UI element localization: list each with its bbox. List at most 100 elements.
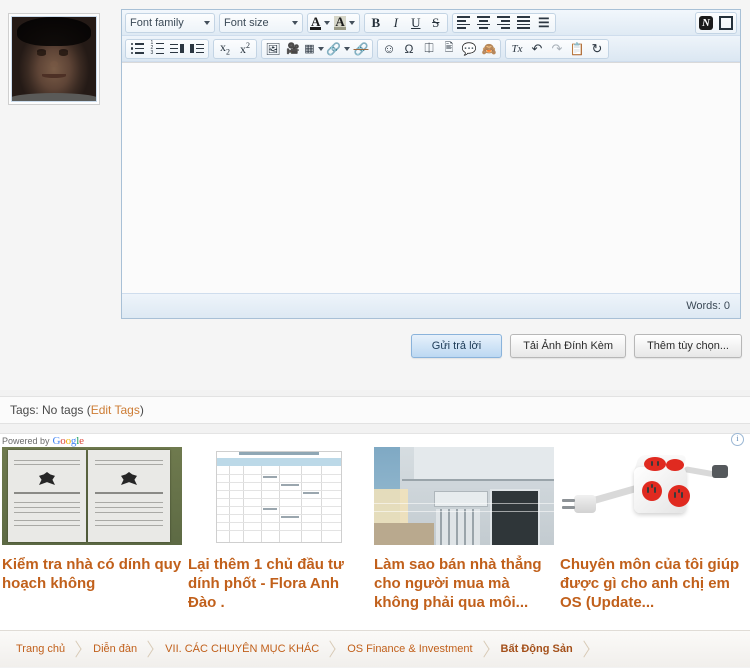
align-justify-button[interactable] bbox=[514, 14, 534, 32]
horizontal-rule-button[interactable]: ☰ bbox=[534, 14, 554, 32]
insert-link-button[interactable]: 🔗 bbox=[326, 40, 351, 58]
avatar-mouth bbox=[42, 74, 66, 79]
insert-image-button[interactable]: 🖼 bbox=[263, 40, 283, 58]
background-color-button[interactable]: A bbox=[333, 14, 357, 32]
strikethrough-button[interactable]: S bbox=[426, 14, 446, 32]
editor-status-bar: Words: 0 bbox=[122, 293, 740, 318]
power-cord bbox=[590, 484, 640, 505]
socket bbox=[668, 485, 690, 507]
upload-attachment-button[interactable]: Tải Ảnh Đính Kèm bbox=[510, 334, 627, 358]
omega-icon: Ω bbox=[404, 41, 414, 56]
chevron-right-icon bbox=[477, 640, 490, 658]
tags-bar: Tags: No tags (Edit Tags) bbox=[0, 396, 750, 424]
avatar-image bbox=[11, 16, 97, 102]
align-left-icon bbox=[457, 16, 471, 29]
insert-group: 🖼 🎥 ▦ 🔗 🔗 bbox=[261, 38, 373, 59]
remove-formatting-button[interactable]: Tx bbox=[507, 40, 527, 58]
avatar bbox=[8, 13, 100, 105]
align-right-button[interactable] bbox=[494, 14, 514, 32]
bullet-list-button[interactable] bbox=[127, 40, 147, 58]
alignment-group: ☰ bbox=[451, 12, 556, 33]
font-size-select[interactable]: Font size bbox=[219, 12, 303, 33]
insert-code-button[interactable]: 🖹 bbox=[439, 40, 459, 58]
restore-clock-icon: ↻ bbox=[591, 40, 603, 56]
ad-item[interactable]: Kiểm tra nhà có dính quy hoạch không bbox=[2, 447, 182, 612]
socket bbox=[666, 459, 684, 471]
superscript-button[interactable]: x2 bbox=[235, 40, 255, 58]
paste-button[interactable]: 📋 bbox=[567, 40, 587, 58]
tinymce-logo-button[interactable]: N bbox=[696, 14, 716, 32]
insert-video-button[interactable]: 🎥 bbox=[283, 40, 303, 58]
font-size-label: Font size bbox=[224, 16, 269, 29]
ads-header: Powered by Google i bbox=[0, 433, 750, 447]
underline-button[interactable]: U bbox=[406, 14, 426, 32]
table-icon: ▦ bbox=[304, 43, 315, 55]
house-facade-photo[interactable] bbox=[374, 447, 554, 545]
attach-button[interactable]: ⎅ bbox=[419, 40, 439, 58]
indent-icon bbox=[190, 43, 204, 55]
upper-floor bbox=[414, 447, 554, 482]
spoiler-button[interactable]: 🙈 bbox=[479, 40, 499, 58]
eye-off-icon: 🙈 bbox=[481, 41, 497, 56]
upload-icon: ⎅ bbox=[424, 41, 434, 55]
breadcrumb-item-other-categories[interactable]: VII. CÁC CHUYÊN MỤC KHÁC bbox=[157, 631, 339, 668]
ad-title[interactable]: Kiểm tra nhà có dính quy hoạch không bbox=[2, 555, 182, 593]
text-color-button[interactable]: A bbox=[309, 14, 333, 32]
align-left-button[interactable] bbox=[454, 14, 474, 32]
editor-toolbar-row-2: 1 2 3 x2 x2 🖼 🎥 ▦ 🔗 🔗 ☺ Ω ⎅ 🖹 💬 🙈 Tx ↶ ↷… bbox=[122, 36, 740, 62]
bullet-list-icon bbox=[130, 42, 144, 55]
avatar-eye-right bbox=[59, 51, 69, 56]
more-options-button[interactable]: Thêm tùy chọn... bbox=[634, 334, 742, 358]
powered-by-label: Powered by bbox=[2, 435, 50, 446]
ad-title[interactable]: Làm sao bán nhà thẳng cho người mua mà k… bbox=[374, 555, 554, 612]
remove-formatting-icon: Tx bbox=[511, 42, 523, 55]
smilies-button[interactable]: ☺ bbox=[379, 40, 399, 58]
bold-button[interactable]: B bbox=[366, 14, 386, 32]
google-logo: Google bbox=[52, 434, 84, 447]
background-color-icon: A bbox=[334, 13, 346, 30]
quote-button[interactable]: 💬 bbox=[459, 40, 479, 58]
submit-reply-button[interactable]: Gửi trả lời bbox=[410, 334, 503, 358]
chevron-down-icon[interactable] bbox=[317, 46, 324, 51]
redo-button[interactable]: ↷ bbox=[547, 40, 567, 58]
insert-table-button[interactable]: ▦ bbox=[303, 40, 327, 58]
ad-info-icon[interactable]: i bbox=[731, 433, 744, 446]
land-certificates-photo[interactable] bbox=[2, 447, 182, 545]
breadcrumb-item-forum[interactable]: Diễn đàn bbox=[85, 631, 157, 668]
avatar-eye-left bbox=[37, 51, 47, 56]
power-cube-photo[interactable] bbox=[560, 447, 740, 545]
ad-title[interactable]: Chuyên môn của tôi giúp được gì cho anh … bbox=[560, 555, 740, 612]
editor-right-button-group: N bbox=[695, 12, 737, 34]
ad-title[interactable]: Lại thêm 1 chủ đầu tư dính phốt - Flora … bbox=[188, 555, 368, 612]
font-family-select[interactable]: Font family bbox=[125, 12, 215, 33]
edit-tags-link[interactable]: Edit Tags bbox=[91, 403, 140, 417]
editor-content-area[interactable] bbox=[122, 62, 740, 293]
chevron-down-icon[interactable] bbox=[348, 20, 355, 25]
chevron-down-icon[interactable] bbox=[324, 20, 331, 25]
chevron-down-icon bbox=[292, 20, 298, 25]
breadcrumb-item-real-estate[interactable]: Bất Động Sản bbox=[493, 631, 593, 668]
ad-item[interactable]: Lại thêm 1 chủ đầu tư dính phốt - Flora … bbox=[188, 447, 368, 612]
ad-item[interactable]: Làm sao bán nhà thẳng cho người mua mà k… bbox=[374, 447, 554, 612]
ad-item[interactable]: Chuyên môn của tôi giúp được gì cho anh … bbox=[560, 447, 740, 612]
chevron-down-icon[interactable] bbox=[343, 46, 350, 51]
restore-autosave-button[interactable]: ↻ bbox=[587, 40, 607, 58]
numbered-list-button[interactable]: 1 2 3 bbox=[147, 40, 167, 58]
awning bbox=[402, 479, 554, 488]
chevron-down-icon bbox=[204, 20, 210, 25]
breadcrumb-item-os-finance[interactable]: OS Finance & Investment bbox=[339, 631, 492, 668]
fullscreen-button[interactable] bbox=[716, 14, 736, 32]
unlink-button[interactable]: 🔗 bbox=[351, 40, 371, 58]
italic-button[interactable]: I bbox=[386, 14, 406, 32]
special-character-button[interactable]: Ω bbox=[399, 40, 419, 58]
spreadsheet-photo[interactable] bbox=[188, 447, 368, 545]
media-group: ☺ Ω ⎅ 🖹 💬 🙈 bbox=[377, 38, 501, 59]
breadcrumb-item-home[interactable]: Trang chủ bbox=[8, 631, 85, 668]
indent-button[interactable] bbox=[187, 40, 207, 58]
advertisement-block: Powered by Google i Kiểm tra nhà có dính… bbox=[0, 433, 750, 630]
undo-button[interactable]: ↶ bbox=[527, 40, 547, 58]
align-center-button[interactable] bbox=[474, 14, 494, 32]
tinymce-logo-icon: N bbox=[699, 16, 713, 30]
subscript-button[interactable]: x2 bbox=[215, 40, 235, 58]
outdent-button[interactable] bbox=[167, 40, 187, 58]
